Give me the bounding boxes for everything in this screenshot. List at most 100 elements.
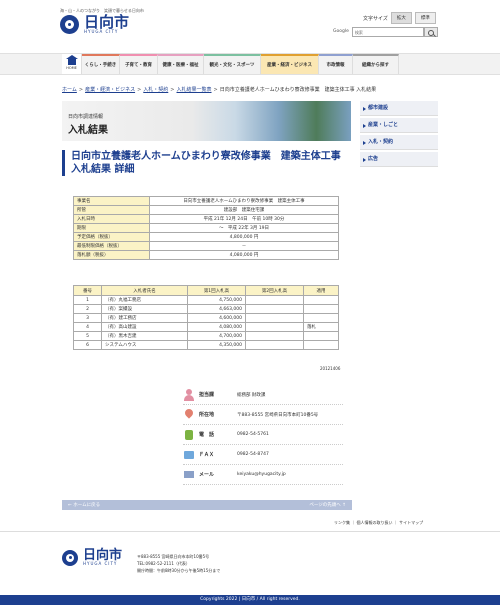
department-link[interactable]: 総務部 財政課 <box>237 392 265 398</box>
contact-label: 所在地 <box>199 412 215 418</box>
second-bid <box>245 322 304 332</box>
page-top-link[interactable]: ページの先頭へ ↑ <box>309 502 346 508</box>
nav-item-city-info[interactable]: 市政情報 <box>319 54 353 74</box>
second-bid <box>245 304 304 314</box>
breadcrumb-industry[interactable]: 産業・経済・ビジネス <box>85 87 135 93</box>
back-home-label: ホームに戻る <box>73 503 101 508</box>
bid-number: 3 <box>73 313 102 323</box>
nav-item-tourism[interactable]: 観光・文化・スポーツ <box>204 54 261 74</box>
col-first-bid: 第1回入札高 <box>187 285 246 296</box>
first-bid: 4,080,000 <box>187 322 246 332</box>
table-row: 落札額（税抜） 4,080,000 円 <box>73 250 339 260</box>
search-icon[interactable] <box>424 27 438 37</box>
contact-row: メール keiyaku@hyugacity.jp <box>183 465 343 485</box>
info-key: 所管 <box>73 205 150 215</box>
footer-logo-en: HYUGA CITY <box>83 561 118 566</box>
bid-info-table: 事業名 日向市立養護老人ホームひまわり寮改修事業 建築主体工事 所管 建設部 建築住… <box>73 196 339 260</box>
contact-info: 担当課 総務部 財政課 所在地 〒883-8555 宮崎県日向市本町10番5号 … <box>183 385 343 485</box>
bidder-name: （有）建工務店 <box>101 313 188 323</box>
table-header-row: 番号 入札者氏名 第1回入札高 第2回入札高 適用 <box>73 285 339 296</box>
search-input[interactable] <box>351 27 424 37</box>
side-menu-item-urban[interactable]: 都市建設 <box>360 101 438 116</box>
contact-fax: 0982-54-8747 <box>237 452 269 457</box>
contact-label: ＦＡＸ <box>199 452 215 458</box>
back-home-link[interactable]: ← ホームに戻る <box>68 502 100 508</box>
remarks <box>303 313 339 323</box>
home-icon <box>65 54 78 65</box>
site-search: Google <box>333 27 438 37</box>
info-value: － <box>149 241 339 251</box>
bidder-name: （有）案撮設 <box>101 304 188 314</box>
contact-row: ＦＡＸ 0982-54-8747 <box>183 445 343 465</box>
table-row: 5 （有）黒木吉建 4,700,000 <box>73 331 339 341</box>
phone-icon <box>183 429 195 441</box>
breadcrumb-home[interactable]: ホーム <box>62 87 77 93</box>
footer-link-sitemap[interactable]: サイトマップ <box>399 520 423 525</box>
info-value: 4,800,000 円 <box>149 232 339 242</box>
page-title: 日向市立養護老人ホームひまわり寮改修事業 建築主体工事 入札結果 詳細 <box>62 150 352 176</box>
info-value: ～ 平成 22年 3月 19日 <box>149 223 339 233</box>
text-size-control: 文字サイズ 拡大 標準 <box>363 12 436 24</box>
nav-home-label: HOME <box>66 65 77 70</box>
info-value: 日向市立養護老人ホームひまわり寮改修事業 建築主体工事 <box>149 196 339 206</box>
remarks <box>303 331 339 341</box>
nav-item-living[interactable]: くらし・手続き <box>82 54 120 74</box>
city-emblem-icon <box>60 14 79 34</box>
contact-address: 〒883-8555 宮崎県日向市本町10番5号 <box>237 412 319 418</box>
banner-title: 入札結果 <box>68 125 108 136</box>
page-top-label: ページの先頭へ <box>309 503 341 508</box>
city-emblem-icon <box>62 549 78 566</box>
remarks <box>303 340 339 350</box>
table-row: 4 （有）高山建設 4,080,000 落札 <box>73 322 339 332</box>
table-row: 事業名 日向市立養護老人ホームひまわり寮改修事業 建築主体工事 <box>73 196 339 206</box>
contact-row: 電 話 0982-54-5761 <box>183 425 343 445</box>
col-number: 番号 <box>73 285 102 296</box>
footer-address-block: 〒883-8555 宮崎県日向市本町10番5号 TEL:0982-52-2111… <box>137 553 220 574</box>
site-logo[interactable]: 日向市 HYUGA CITY <box>60 13 129 35</box>
col-remarks: 適用 <box>303 285 339 296</box>
col-second-bid: 第2回入札高 <box>245 285 304 296</box>
text-size-large-button[interactable]: 拡大 <box>390 12 412 24</box>
info-key: 入札日時 <box>73 214 150 224</box>
update-date: 20121406 <box>320 366 341 371</box>
bid-number: 5 <box>73 331 102 341</box>
table-row: 入札日時 平成 21年 12月 24日 午前 10時 30分 <box>73 214 339 224</box>
info-value: 4,080,000 円 <box>149 250 339 260</box>
bidder-name: システムハウス <box>101 340 188 350</box>
side-menu-item-bidding[interactable]: 入札・契約 <box>360 135 438 150</box>
table-row: 1 （有）丸福工務店 4,750,000 <box>73 295 339 305</box>
nav-item-health[interactable]: 健康・医療・福祉 <box>158 54 204 74</box>
bidder-name: （有）丸福工務店 <box>101 295 188 305</box>
remarks <box>303 304 339 314</box>
nav-home[interactable]: HOME <box>62 54 82 74</box>
bid-number: 1 <box>73 295 102 305</box>
table-row: 最低制限価格（税抜）－ <box>73 241 339 251</box>
side-menu-item-industry[interactable]: 産業・しごと <box>360 118 438 133</box>
footer-link-privacy[interactable]: 個人情報の取り扱い <box>357 520 393 525</box>
footer-link-links[interactable]: リンク集 <box>334 520 350 525</box>
text-size-standard-button[interactable]: 標準 <box>414 12 436 24</box>
side-menu-item-ads[interactable]: 広告 <box>360 152 438 167</box>
search-brand: Google <box>333 29 349 34</box>
bid-number: 4 <box>73 322 102 332</box>
second-bid <box>245 295 304 305</box>
logo-text-jp: 日向市 <box>84 12 130 31</box>
email-link[interactable]: keiyaku@hyugacity.jp <box>237 472 286 477</box>
footer-links: リンク集 ｜ 個人情報の取り扱い ｜ サイトマップ <box>334 520 424 525</box>
text-size-label: 文字サイズ <box>363 15 388 22</box>
info-key: 期限 <box>73 223 150 233</box>
bid-results-table: 番号 入札者氏名 第1回入札高 第2回入札高 適用 1 （有）丸福工務店 4,750… <box>73 285 339 350</box>
nav-item-industry[interactable]: 産業・経済・ビジネス <box>261 54 319 74</box>
footer-logo[interactable]: 日向市 HYUGA CITY <box>62 549 122 566</box>
breadcrumb-bid-results[interactable]: 入札結果一覧表 <box>177 87 212 93</box>
breadcrumb-current: 日向市立養護老人ホームひまわり寮改修事業 建築主体工事 入札結果 <box>219 87 377 93</box>
breadcrumb: ホーム > 産業・経済・ビジネス > 入札・契約 > 入札結果一覧表 > 日向市立養護老人ホーム… <box>62 87 377 93</box>
bid-number: 6 <box>73 340 102 350</box>
nav-item-organization[interactable]: 組織から探す <box>353 54 399 74</box>
mail-icon <box>183 469 195 481</box>
table-row: 期限～ 平成 22年 3月 19日 <box>73 223 339 233</box>
breadcrumb-bidding[interactable]: 入札・契約 <box>143 87 168 93</box>
nav-item-childcare[interactable]: 子育て・教育 <box>120 54 158 74</box>
footer-tel: TEL:0982-52-2111（代表） <box>137 561 190 566</box>
bid-number: 2 <box>73 304 102 314</box>
